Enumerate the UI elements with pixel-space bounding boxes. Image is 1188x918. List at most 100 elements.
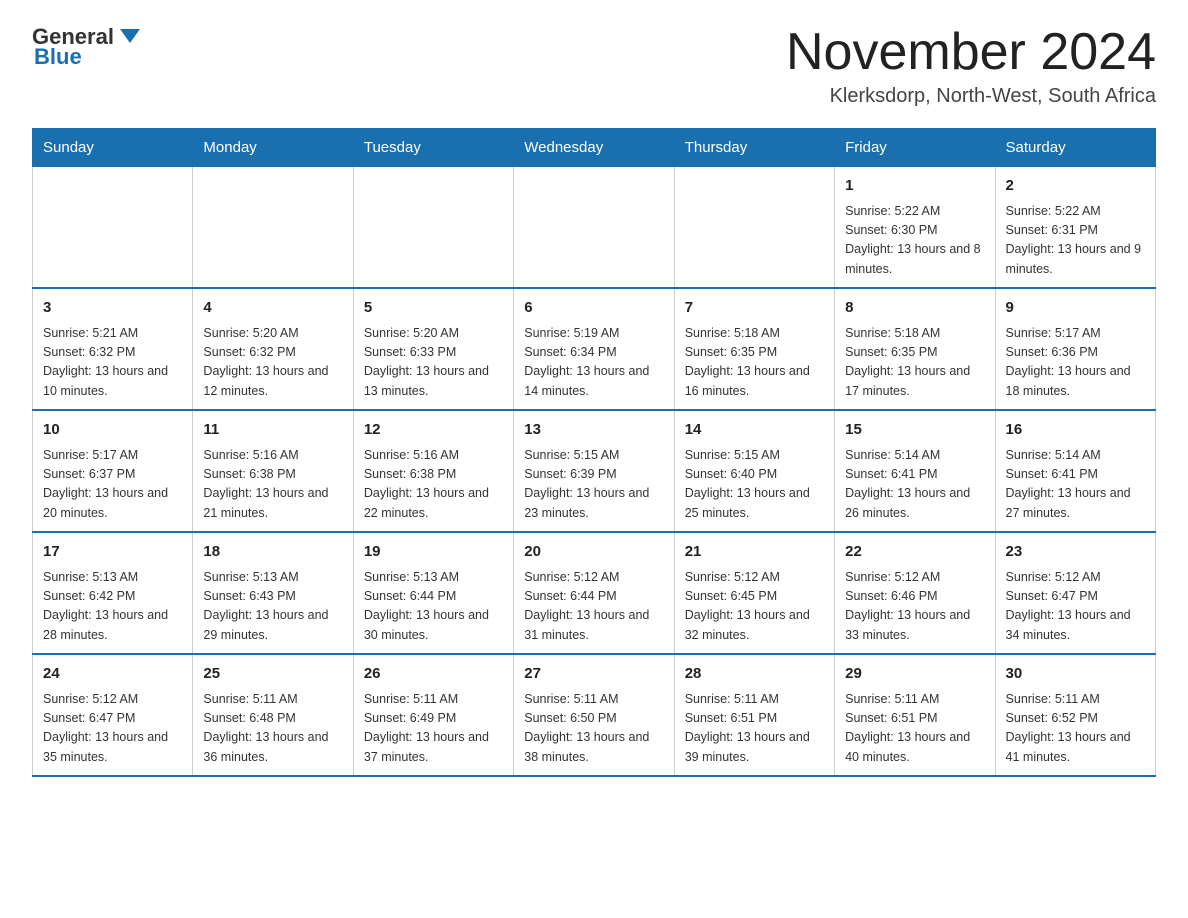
calendar-cell: 3Sunrise: 5:21 AM Sunset: 6:32 PM Daylig… [33, 288, 193, 410]
weekday-header-thursday: Thursday [674, 129, 834, 167]
day-info: Sunrise: 5:22 AM Sunset: 6:30 PM Dayligh… [845, 202, 984, 280]
page-header: General Blue November 2024 Klerksdorp, N… [32, 24, 1156, 108]
day-info: Sunrise: 5:16 AM Sunset: 6:38 PM Dayligh… [203, 446, 342, 524]
day-info: Sunrise: 5:16 AM Sunset: 6:38 PM Dayligh… [364, 446, 503, 524]
day-number: 28 [685, 663, 824, 686]
calendar-cell: 30Sunrise: 5:11 AM Sunset: 6:52 PM Dayli… [995, 654, 1155, 776]
day-info: Sunrise: 5:11 AM Sunset: 6:48 PM Dayligh… [203, 690, 342, 768]
calendar-cell: 7 Sunrise: 5:18 AM Sunset: 6:35 PM Daylig… [674, 288, 834, 410]
day-number: 22 [845, 541, 984, 564]
calendar-cell: 14 Sunrise: 5:15 AM Sunset: 6:40 PM Dayli… [674, 410, 834, 532]
calendar-cell: 29 Sunrise: 5:11 AM Sunset: 6:51 PM Dayli… [835, 654, 995, 776]
calendar-cell: 21Sunrise: 5:12 AM Sunset: 6:45 PM Dayli… [674, 532, 834, 654]
day-number: 5 [364, 297, 503, 320]
calendar-cell [514, 167, 674, 289]
day-info: Sunrise: 5:13 AM Sunset: 6:43 PM Dayligh… [203, 568, 342, 646]
day-number: 23 [1006, 541, 1145, 564]
day-info: Sunrise: 5:13 AM Sunset: 6:44 PM Dayligh… [364, 568, 503, 646]
day-info: Sunrise: 5:12 AM Sunset: 6:46 PM Dayligh… [845, 568, 984, 646]
day-number: 16 [1006, 419, 1145, 442]
day-number: 19 [364, 541, 503, 564]
day-number: 13 [524, 419, 663, 442]
logo: General Blue [32, 24, 144, 70]
day-info: Sunrise: 5:19 AM Sunset: 6:34 PM Dayligh… [524, 324, 663, 402]
calendar-cell: 18 Sunrise: 5:13 AM Sunset: 6:43 PM Dayli… [193, 532, 353, 654]
weekday-header-tuesday: Tuesday [353, 129, 513, 167]
calendar-week-row: 3Sunrise: 5:21 AM Sunset: 6:32 PM Daylig… [33, 288, 1156, 410]
day-number: 9 [1006, 297, 1145, 320]
day-info: Sunrise: 5:11 AM Sunset: 6:51 PM Dayligh… [845, 690, 984, 768]
calendar-cell: 28 Sunrise: 5:11 AM Sunset: 6:51 PM Dayli… [674, 654, 834, 776]
day-info: Sunrise: 5:18 AM Sunset: 6:35 PM Dayligh… [845, 324, 984, 402]
calendar-cell: 26 Sunrise: 5:11 AM Sunset: 6:49 PM Dayli… [353, 654, 513, 776]
day-number: 17 [43, 541, 182, 564]
day-info: Sunrise: 5:20 AM Sunset: 6:32 PM Dayligh… [203, 324, 342, 402]
day-info: Sunrise: 5:18 AM Sunset: 6:35 PM Dayligh… [685, 324, 824, 402]
calendar-cell: 15 Sunrise: 5:14 AM Sunset: 6:41 PM Dayli… [835, 410, 995, 532]
day-number: 20 [524, 541, 663, 564]
calendar-cell: 23 Sunrise: 5:12 AM Sunset: 6:47 PM Dayli… [995, 532, 1155, 654]
logo-blue-text: Blue [34, 44, 82, 70]
calendar-cell [193, 167, 353, 289]
day-number: 18 [203, 541, 342, 564]
day-info: Sunrise: 5:12 AM Sunset: 6:47 PM Dayligh… [1006, 568, 1145, 646]
day-number: 26 [364, 663, 503, 686]
calendar-week-row: 17 Sunrise: 5:13 AM Sunset: 6:42 PM Dayli… [33, 532, 1156, 654]
weekday-header-monday: Monday [193, 129, 353, 167]
calendar-week-row: 1Sunrise: 5:22 AM Sunset: 6:30 PM Daylig… [33, 167, 1156, 289]
day-number: 12 [364, 419, 503, 442]
day-info: Sunrise: 5:12 AM Sunset: 6:45 PM Dayligh… [685, 568, 824, 646]
calendar-cell: 22 Sunrise: 5:12 AM Sunset: 6:46 PM Dayli… [835, 532, 995, 654]
day-number: 27 [524, 663, 663, 686]
calendar-cell: 17 Sunrise: 5:13 AM Sunset: 6:42 PM Dayli… [33, 532, 193, 654]
day-info: Sunrise: 5:11 AM Sunset: 6:51 PM Dayligh… [685, 690, 824, 768]
calendar-cell: 25 Sunrise: 5:11 AM Sunset: 6:48 PM Dayli… [193, 654, 353, 776]
day-number: 15 [845, 419, 984, 442]
calendar-cell: 10 Sunrise: 5:17 AM Sunset: 6:37 PM Dayli… [33, 410, 193, 532]
location-subtitle: Klerksdorp, North-West, South Africa [786, 85, 1156, 108]
calendar-week-row: 10 Sunrise: 5:17 AM Sunset: 6:37 PM Dayli… [33, 410, 1156, 532]
month-title: November 2024 [786, 24, 1156, 81]
day-number: 29 [845, 663, 984, 686]
day-info: Sunrise: 5:22 AM Sunset: 6:31 PM Dayligh… [1006, 202, 1145, 280]
day-number: 24 [43, 663, 182, 686]
day-number: 7 [685, 297, 824, 320]
day-info: Sunrise: 5:13 AM Sunset: 6:42 PM Dayligh… [43, 568, 182, 646]
calendar-cell: 9Sunrise: 5:17 AM Sunset: 6:36 PM Daylig… [995, 288, 1155, 410]
calendar-cell: 4 Sunrise: 5:20 AM Sunset: 6:32 PM Daylig… [193, 288, 353, 410]
weekday-header-sunday: Sunday [33, 129, 193, 167]
weekday-header-wednesday: Wednesday [514, 129, 674, 167]
calendar-header-row: SundayMondayTuesdayWednesdayThursdayFrid… [33, 129, 1156, 167]
calendar-cell: 24 Sunrise: 5:12 AM Sunset: 6:47 PM Dayli… [33, 654, 193, 776]
weekday-header-friday: Friday [835, 129, 995, 167]
calendar-cell: 20 Sunrise: 5:12 AM Sunset: 6:44 PM Dayli… [514, 532, 674, 654]
day-number: 4 [203, 297, 342, 320]
calendar-cell: 19 Sunrise: 5:13 AM Sunset: 6:44 PM Dayli… [353, 532, 513, 654]
day-number: 11 [203, 419, 342, 442]
calendar-cell: 11 Sunrise: 5:16 AM Sunset: 6:38 PM Dayli… [193, 410, 353, 532]
calendar-cell: 6Sunrise: 5:19 AM Sunset: 6:34 PM Daylig… [514, 288, 674, 410]
calendar-cell: 16 Sunrise: 5:14 AM Sunset: 6:41 PM Dayli… [995, 410, 1155, 532]
calendar-cell: 8 Sunrise: 5:18 AM Sunset: 6:35 PM Daylig… [835, 288, 995, 410]
calendar-week-row: 24 Sunrise: 5:12 AM Sunset: 6:47 PM Dayli… [33, 654, 1156, 776]
day-info: Sunrise: 5:11 AM Sunset: 6:50 PM Dayligh… [524, 690, 663, 768]
day-info: Sunrise: 5:17 AM Sunset: 6:37 PM Dayligh… [43, 446, 182, 524]
day-info: Sunrise: 5:14 AM Sunset: 6:41 PM Dayligh… [845, 446, 984, 524]
day-info: Sunrise: 5:15 AM Sunset: 6:40 PM Dayligh… [685, 446, 824, 524]
calendar-cell [353, 167, 513, 289]
day-info: Sunrise: 5:20 AM Sunset: 6:33 PM Dayligh… [364, 324, 503, 402]
day-info: Sunrise: 5:15 AM Sunset: 6:39 PM Dayligh… [524, 446, 663, 524]
calendar-cell: 27 Sunrise: 5:11 AM Sunset: 6:50 PM Dayli… [514, 654, 674, 776]
day-info: Sunrise: 5:21 AM Sunset: 6:32 PM Dayligh… [43, 324, 182, 402]
calendar-cell: 5 Sunrise: 5:20 AM Sunset: 6:33 PM Daylig… [353, 288, 513, 410]
title-block: November 2024 Klerksdorp, North-West, So… [786, 24, 1156, 108]
day-info: Sunrise: 5:12 AM Sunset: 6:47 PM Dayligh… [43, 690, 182, 768]
day-info: Sunrise: 5:14 AM Sunset: 6:41 PM Dayligh… [1006, 446, 1145, 524]
day-number: 10 [43, 419, 182, 442]
day-number: 14 [685, 419, 824, 442]
day-number: 8 [845, 297, 984, 320]
day-number: 25 [203, 663, 342, 686]
day-info: Sunrise: 5:12 AM Sunset: 6:44 PM Dayligh… [524, 568, 663, 646]
day-info: Sunrise: 5:11 AM Sunset: 6:49 PM Dayligh… [364, 690, 503, 768]
calendar-table: SundayMondayTuesdayWednesdayThursdayFrid… [32, 128, 1156, 777]
